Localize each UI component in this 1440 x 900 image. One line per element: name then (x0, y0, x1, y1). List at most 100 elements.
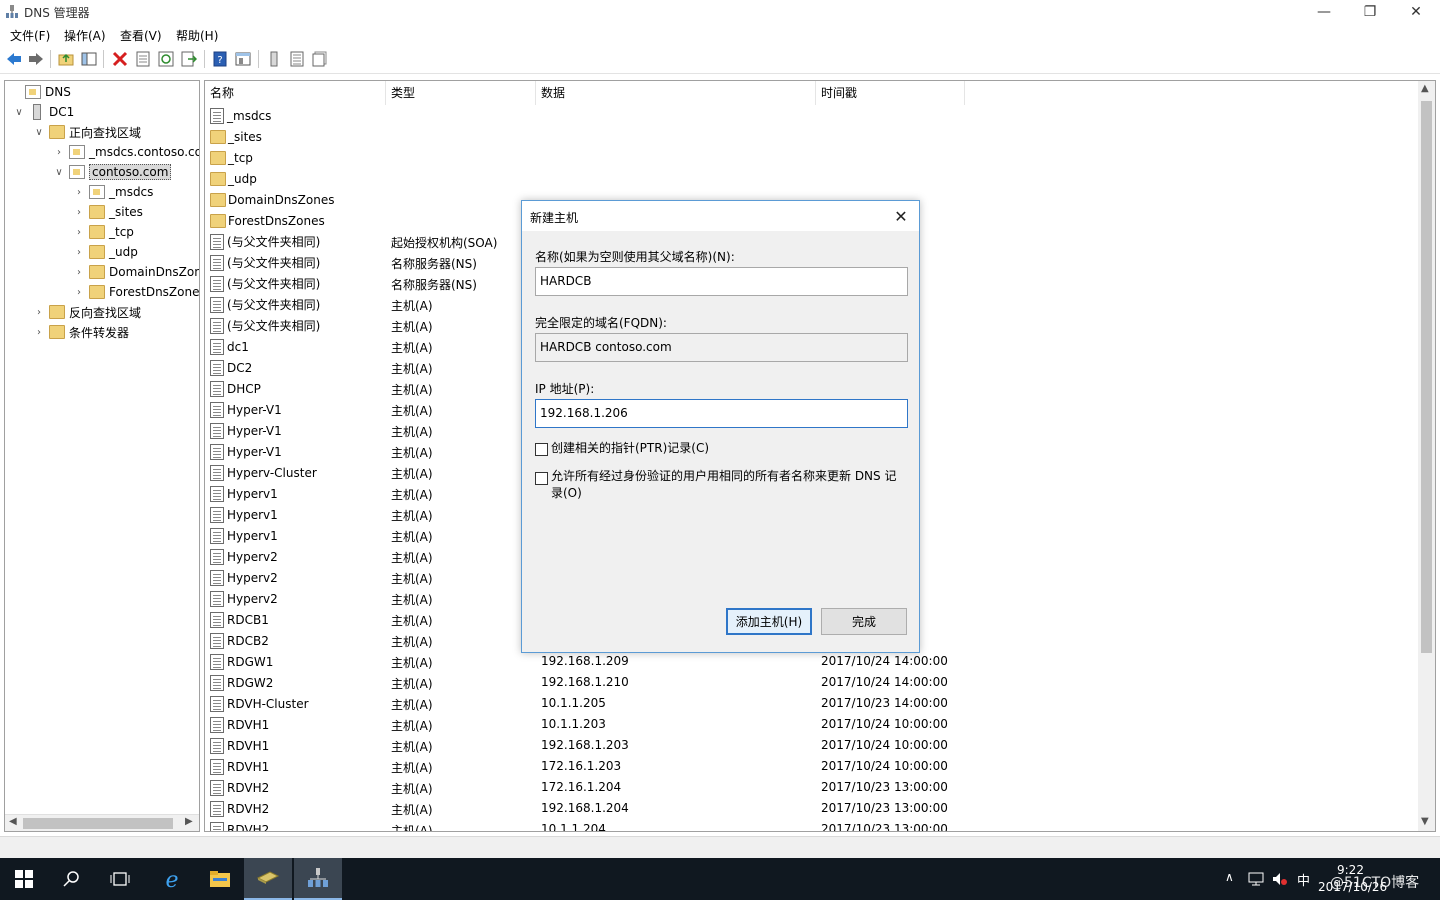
host-name-input[interactable]: HARDCB (535, 267, 908, 296)
tree-item[interactable]: DNS (9, 82, 71, 102)
help-icon[interactable]: ? (211, 50, 229, 68)
chevron-right-icon[interactable]: › (73, 227, 85, 238)
tree-horizontal-scrollbar[interactable]: ◀ ▶ (5, 814, 199, 831)
show-hidden-icons-icon[interactable]: ∧ (1225, 870, 1234, 884)
search-icon[interactable] (48, 858, 96, 900)
menu-help[interactable]: 帮助(H) (174, 27, 220, 44)
record-row[interactable]: _tcp (205, 147, 1420, 168)
record-icon (210, 275, 224, 292)
record-row[interactable]: _msdcs (205, 105, 1420, 126)
filter-icon[interactable] (311, 50, 329, 68)
tree-item[interactable]: › _tcp (73, 222, 134, 242)
chevron-right-icon[interactable]: › (73, 267, 85, 278)
column-header-name[interactable]: 名称 (205, 81, 386, 105)
server-icon[interactable] (265, 50, 283, 68)
tree-item[interactable]: › 条件转发器 (33, 322, 129, 342)
network-icon[interactable] (1248, 872, 1264, 889)
column-header-timestamp[interactable]: 时间戳 (816, 81, 965, 105)
chevron-right-icon[interactable]: › (53, 147, 65, 158)
column-header-data[interactable]: 数据 (536, 81, 816, 105)
up-folder-icon[interactable] (57, 50, 75, 68)
scroll-thumb[interactable] (23, 818, 173, 829)
tree-item[interactable]: ∨ contoso.com (53, 162, 172, 182)
record-row[interactable]: _sites (205, 126, 1420, 147)
scroll-right-icon[interactable]: ▶ (185, 816, 193, 827)
record-row[interactable]: RDVH-Cluster 主机(A) 10.1.1.205 2017/10/23 14… (205, 693, 1420, 714)
record-row[interactable]: RDVH2 主机(A) 172.16.1.204 2017/10/23 13:00:0… (205, 777, 1420, 798)
restore-button[interactable]: ❐ (1347, 0, 1393, 24)
task-view-icon[interactable] (96, 858, 144, 900)
file-explorer-icon[interactable] (196, 858, 244, 900)
tree-item[interactable]: › _msdcs.contoso.com (53, 142, 199, 162)
record-row[interactable]: RDVH2 主机(A) 10.1.1.204 2017/10/23 13:00:00 (205, 819, 1420, 831)
create-ptr-checkbox[interactable] (535, 443, 548, 456)
internet-explorer-icon[interactable]: e (148, 858, 196, 900)
chevron-right-icon[interactable]: › (73, 207, 85, 218)
chevron-right-icon[interactable]: › (73, 187, 85, 198)
forward-arrow-icon[interactable] (27, 50, 45, 68)
tree-item[interactable]: ∨ DC1 (13, 102, 74, 122)
delete-icon[interactable] (111, 50, 129, 68)
scroll-thumb[interactable] (1421, 101, 1432, 653)
record-type: 主机(A) (391, 509, 433, 523)
done-button[interactable]: 完成 (821, 608, 907, 635)
chevron-right-icon[interactable]: › (73, 287, 85, 298)
chevron-down-icon[interactable]: ∨ (53, 167, 65, 178)
record-row[interactable]: RDVH1 主机(A) 172.16.1.203 2017/10/24 10:00:0… (205, 756, 1420, 777)
tree-item[interactable]: ∨ 正向查找区域 (33, 122, 141, 142)
menu-file[interactable]: 文件(F) (8, 27, 52, 44)
back-arrow-icon[interactable] (5, 50, 23, 68)
volume-muted-icon[interactable] (1272, 872, 1288, 889)
tree-item[interactable]: › 反向查找区域 (33, 302, 141, 322)
refresh-icon[interactable] (157, 50, 175, 68)
record-row[interactable]: RDGW2 主机(A) 192.168.1.210 2017/10/24 14:00:… (205, 672, 1420, 693)
ip-address-input[interactable]: 192.168.1.206 (535, 399, 908, 428)
chevron-right-icon[interactable]: › (33, 307, 45, 318)
menu-view[interactable]: 查看(V) (118, 27, 164, 44)
windows-start-icon[interactable] (0, 858, 48, 900)
export-icon[interactable] (180, 50, 198, 68)
tree-item-label: _sites (109, 205, 143, 219)
record-timestamp: 2017/10/24 14:00:00 (821, 675, 948, 689)
chevron-down-icon[interactable]: ∨ (13, 107, 25, 118)
record-row[interactable]: RDGW1 主机(A) 192.168.1.209 2017/10/24 14:00:… (205, 651, 1420, 672)
scroll-left-icon[interactable]: ◀ (9, 816, 17, 827)
record-name-cell: RDVH1 (210, 756, 269, 777)
records-icon[interactable] (288, 50, 306, 68)
chevron-down-icon[interactable]: ∨ (33, 127, 45, 138)
column-header-type[interactable]: 类型 (386, 81, 536, 105)
record-row[interactable]: RDVH2 主机(A) 192.168.1.204 2017/10/23 13:00:… (205, 798, 1420, 819)
minimize-button[interactable]: — (1301, 0, 1347, 24)
chevron-right-icon[interactable]: › (33, 327, 45, 338)
folder-icon (210, 171, 226, 186)
create-ptr-label[interactable]: 创建相关的指针(PTR)记录(C) (551, 440, 901, 457)
show-hide-tree-icon[interactable] (80, 50, 98, 68)
server-manager-icon[interactable] (244, 858, 292, 900)
allow-update-label[interactable]: 允许所有经过身份验证的用户用相同的所有者名称来更新 DNS 记录(O) (551, 468, 903, 502)
record-row[interactable]: RDVH1 主机(A) 10.1.1.203 2017/10/24 10:00:00 (205, 714, 1420, 735)
allow-update-checkbox[interactable] (535, 472, 548, 485)
tree-item[interactable]: › ForestDnsZones (73, 282, 199, 302)
folder-icon (210, 213, 226, 228)
record-row[interactable]: RDVH1 主机(A) 192.168.1.203 2017/10/24 10:00:… (205, 735, 1420, 756)
chevron-right-icon[interactable]: › (73, 247, 85, 258)
tree-item[interactable]: › _udp (73, 242, 138, 262)
ime-indicator[interactable]: 中 (1297, 870, 1310, 889)
scroll-up-icon[interactable]: ▲ (1421, 83, 1429, 94)
console-icon[interactable] (234, 50, 252, 68)
properties-icon[interactable] (134, 50, 152, 68)
close-button[interactable]: ✕ (1393, 0, 1439, 24)
scroll-down-icon[interactable]: ▼ (1421, 816, 1429, 827)
record-name-cell: dc1 (210, 336, 249, 357)
record-row[interactable]: _udp (205, 168, 1420, 189)
record-icon (210, 611, 224, 628)
dns-manager-icon[interactable] (294, 858, 342, 900)
records-vertical-scrollbar[interactable]: ▲ ▼ (1418, 81, 1435, 831)
add-host-button[interactable]: 添加主机(H) (726, 608, 812, 635)
tree-item[interactable]: › _msdcs (73, 182, 153, 202)
dialog-close-icon[interactable]: ✕ (886, 203, 916, 229)
record-type: 主机(A) (391, 740, 433, 754)
tree-item[interactable]: › _sites (73, 202, 143, 222)
menu-action[interactable]: 操作(A) (62, 27, 108, 44)
tree-item[interactable]: › DomainDnsZone (73, 262, 199, 282)
